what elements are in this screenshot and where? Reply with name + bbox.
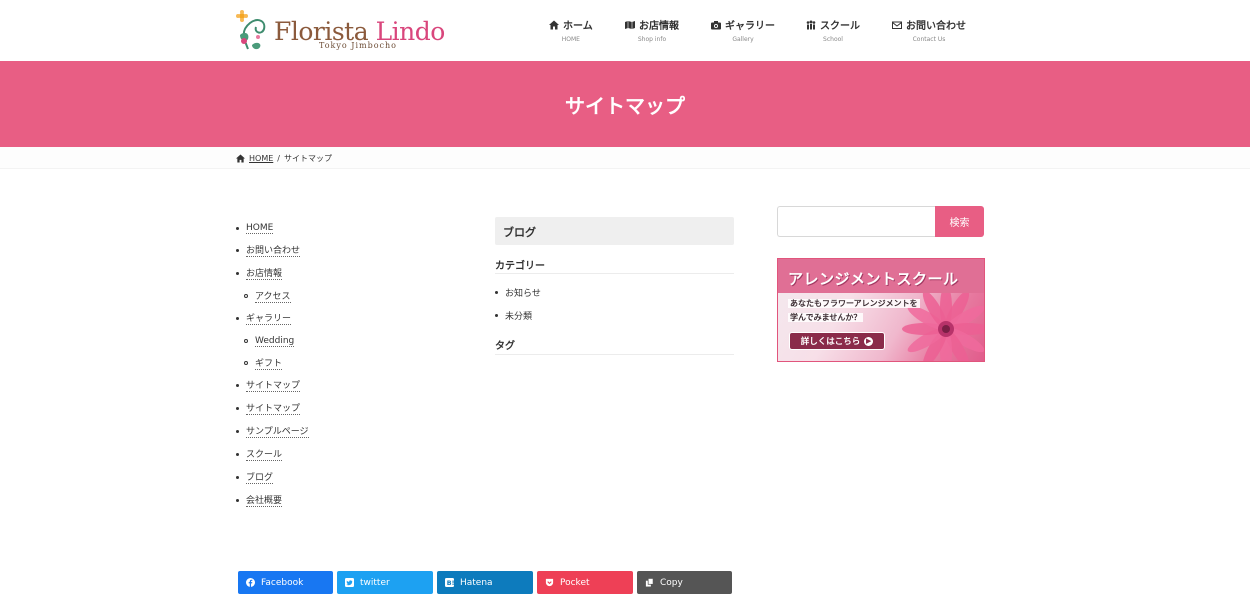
flower-logo-icon (236, 10, 266, 50)
share-hatena-button[interactable]: B! Hatena (437, 571, 533, 594)
share-pocket-label: Pocket (560, 577, 590, 588)
copy-icon (645, 578, 654, 587)
banner-line1: あなたもフラワーアレンジメントを (788, 299, 920, 308)
sitemap-item-access[interactable]: アクセス (244, 289, 291, 303)
category-item[interactable]: お知らせ (495, 286, 541, 299)
hatena-icon: B! (445, 578, 454, 587)
sitemap-item-label: サイトマップ (246, 401, 301, 415)
sitemap-item-gift[interactable]: ギフト (244, 356, 283, 370)
tag-heading: タグ (495, 337, 734, 355)
nav-contact[interactable]: お問い合わせ Contact Us (892, 17, 966, 43)
page-title: サイトマップ (565, 94, 685, 118)
banner-button-label: 詳しくはこちら (800, 337, 861, 347)
sitemap-item-sitemap[interactable]: サイトマップ (236, 378, 301, 392)
sitemap-item-sample-page[interactable]: サンプルページ (236, 424, 309, 438)
site-header: Florista Lindo Tokyo Jimbocho ホーム HOME お… (0, 0, 1250, 61)
search-input[interactable] (777, 206, 937, 237)
facebook-icon (246, 578, 255, 587)
sitemap-item-label: サイトマップ (246, 378, 301, 392)
sitemap-item-label: ギャラリー (246, 311, 292, 325)
nav-shop-info-label: お店情報 (639, 21, 679, 32)
blog-heading-box: ブログ (495, 217, 734, 245)
sitemap-item-label: サンプルページ (246, 424, 309, 438)
sitemap-item-school[interactable]: スクール (236, 447, 283, 461)
sitemap-item-sitemap-2[interactable]: サイトマップ (236, 401, 301, 415)
category-label: お知らせ (505, 289, 541, 299)
mail-icon (892, 21, 902, 29)
sitemap-item-blog[interactable]: ブログ (236, 470, 274, 484)
sitemap-item-label: ブログ (246, 470, 274, 484)
sitemap-item-contact[interactable]: お問い合わせ (236, 243, 301, 257)
home-icon (549, 20, 559, 29)
breadcrumb-bar: HOME / サイトマップ (0, 147, 1250, 169)
logo-subtitle: Tokyo Jimbocho (319, 41, 397, 50)
banner-subtitle: あなたもフラワーアレンジメントを 学んでみませんか？ (788, 297, 920, 325)
nav-gallery[interactable]: ギャラリー Gallery (711, 17, 775, 43)
blog-heading[interactable]: ブログ (503, 224, 536, 240)
breadcrumb: HOME / サイトマップ (236, 153, 332, 164)
share-facebook-button[interactable]: Facebook (238, 571, 333, 594)
home-icon (236, 154, 245, 163)
nav-school[interactable]: スクール School (806, 17, 860, 43)
banner-details-button[interactable]: 詳しくはこちら ▶ (789, 332, 885, 350)
page-title-band: サイトマップ (0, 61, 1250, 147)
nav-gallery-label: ギャラリー (725, 21, 775, 32)
nav-school-sub: School (823, 36, 843, 43)
nav-gallery-sub: Gallery (732, 36, 754, 43)
share-copy-label: Copy (660, 577, 683, 588)
sitemap-item-label: スクール (246, 447, 283, 461)
sitemap-item-label: ギフト (255, 356, 283, 370)
share-twitter-label: twitter (360, 577, 390, 588)
nav-home-sub: HOME (561, 36, 580, 43)
breadcrumb-separator: / (277, 154, 280, 163)
sitemap-item-label: Wedding (255, 335, 295, 347)
share-pocket-button[interactable]: Pocket (537, 571, 633, 594)
nav-shop-info-sub: Shop info (637, 36, 667, 43)
category-label: 未分類 (505, 312, 533, 322)
camera-icon (711, 20, 721, 29)
category-item[interactable]: 未分類 (495, 309, 532, 322)
school-banner[interactable]: アレンジメントスクール あなたもフラワーアレンジメントを 学んでみませんか？ 詳… (777, 258, 985, 362)
share-facebook-label: Facebook (261, 577, 304, 588)
nav-contact-sub: Contact Us (912, 36, 946, 43)
nav-home[interactable]: ホーム HOME (549, 17, 593, 43)
banner-title-bar: アレンジメントスクール (778, 259, 984, 293)
arrow-right-icon: ▶ (864, 336, 874, 346)
users-icon (806, 20, 816, 29)
sitemap-item-shop-info[interactable]: お店情報 (236, 266, 283, 280)
nav-contact-label: お問い合わせ (906, 21, 966, 32)
pocket-icon (545, 578, 554, 587)
category-heading: カテゴリー (495, 257, 734, 274)
sitemap-item-gallery[interactable]: ギャラリー (236, 311, 292, 325)
share-hatena-label: Hatena (460, 577, 493, 588)
map-icon (625, 20, 635, 29)
sitemap-item-company[interactable]: 会社概要 (236, 493, 283, 507)
sitemap-item-label: お店情報 (246, 266, 283, 280)
nav-home-label: ホーム (563, 21, 593, 32)
share-twitter-button[interactable]: twitter (337, 571, 433, 594)
breadcrumb-current: サイトマップ (283, 154, 332, 163)
share-copy-button[interactable]: Copy (637, 571, 732, 594)
sitemap-item-label: 会社概要 (246, 493, 283, 507)
sitemap-item-label: アクセス (255, 289, 291, 303)
search-form: 検索 (777, 206, 984, 237)
nav-school-label: スクール (820, 21, 860, 32)
banner-title: アレンジメントスクール (788, 270, 959, 288)
sitemap-item-label: HOME (246, 222, 274, 234)
breadcrumb-home-link[interactable]: HOME (249, 154, 273, 163)
sitemap-item-home[interactable]: HOME (236, 221, 274, 235)
svg-text:B!: B! (447, 580, 454, 587)
banner-line2: 学んでみませんか？ (788, 313, 864, 322)
search-button[interactable]: 検索 (935, 206, 984, 237)
sitemap-item-wedding[interactable]: Wedding (244, 334, 295, 348)
site-logo[interactable]: Florista Lindo Tokyo Jimbocho (234, 9, 445, 53)
twitter-icon (345, 578, 354, 587)
sitemap-item-label: お問い合わせ (246, 243, 301, 257)
nav-shop-info[interactable]: お店情報 Shop info (625, 17, 679, 43)
